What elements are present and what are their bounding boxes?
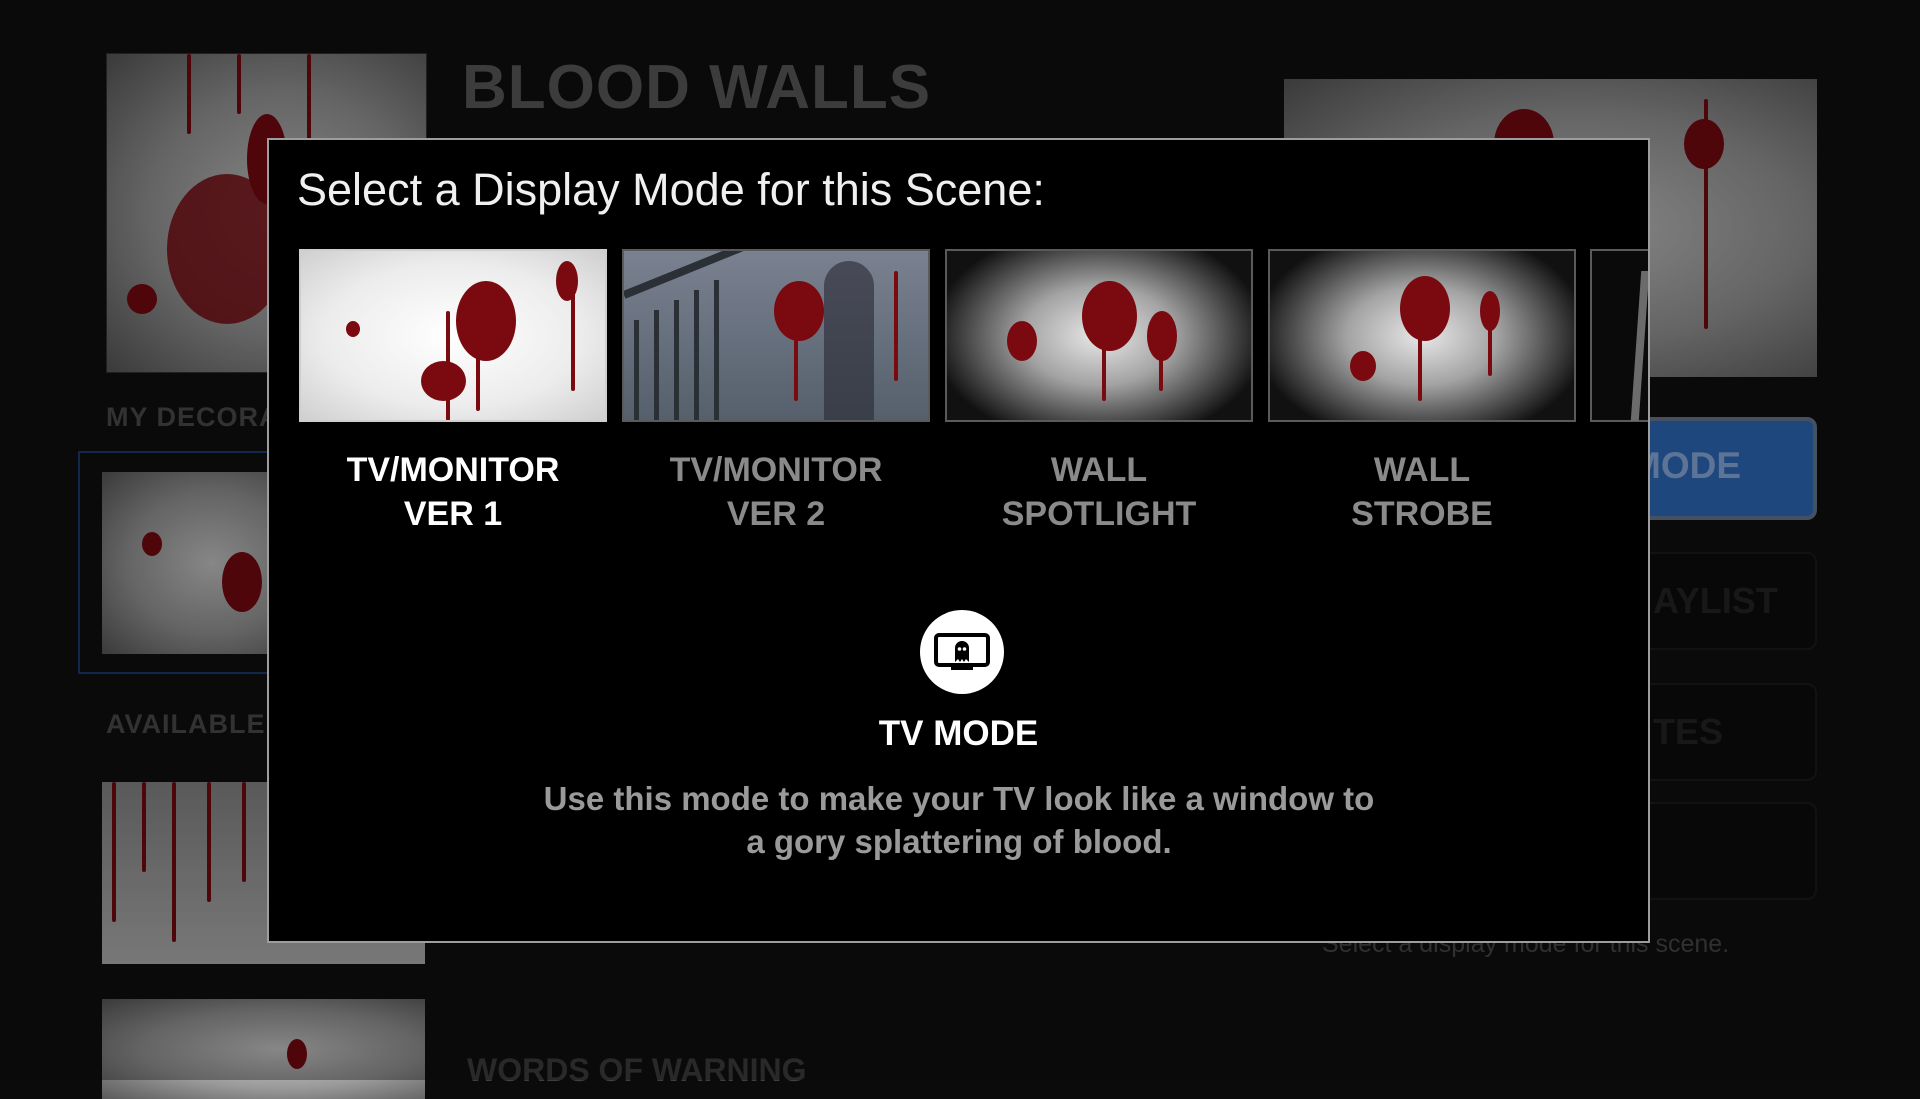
mode-option-wall-spotlight[interactable]: WALL SPOTLIGHT [945,249,1253,536]
mode-thumbnail [622,249,930,422]
mode-label: TV/MONITOR VER 2 [622,448,930,536]
mode-label: WALL SPOTLIGHT [945,448,1253,536]
mode-option-tv-monitor-ver2[interactable]: TV/MONITOR VER 2 [622,249,930,536]
mode-label-line2: VER 1 [403,495,503,533]
mode-label-line2: SPOTLIGHT [1001,495,1197,533]
mode-option-wall-strobe[interactable]: WALL STROBE [1268,249,1576,536]
mode-thumbnail [1268,249,1576,422]
mode-label: WALL STROBE [1268,448,1576,536]
mode-label-line1: TV/MONITOR [346,451,560,489]
mode-label-line1: WALL [1050,451,1148,489]
mode-label-line2: VER 2 [726,495,826,533]
selected-mode-name: TV MODE [878,714,1039,753]
description-line1: Use this mode to make your TV look like … [543,780,1375,817]
selected-mode-description: Use this mode to make your TV look like … [499,777,1419,863]
dialog-title: Select a Display Mode for this Scene: [297,164,1045,215]
mode-label: TV/MONITOR VER 1 [299,448,607,536]
mode-label-line2: STROBE [1351,495,1493,533]
mode-label-line1: TV/MONITOR [669,451,883,489]
mode-option-partial[interactable] [1590,249,1648,422]
mode-thumbnail [945,249,1253,422]
mode-thumbnail [299,249,607,422]
display-mode-dialog: Select a Display Mode for this Scene: TV… [267,138,1650,943]
mode-label-line1: WALL [1373,451,1471,489]
ghost-tv-icon [920,610,1004,694]
mode-option-tv-monitor-ver1[interactable]: TV/MONITOR VER 1 [299,249,607,536]
description-line2: a gory splattering of blood. [746,823,1172,860]
